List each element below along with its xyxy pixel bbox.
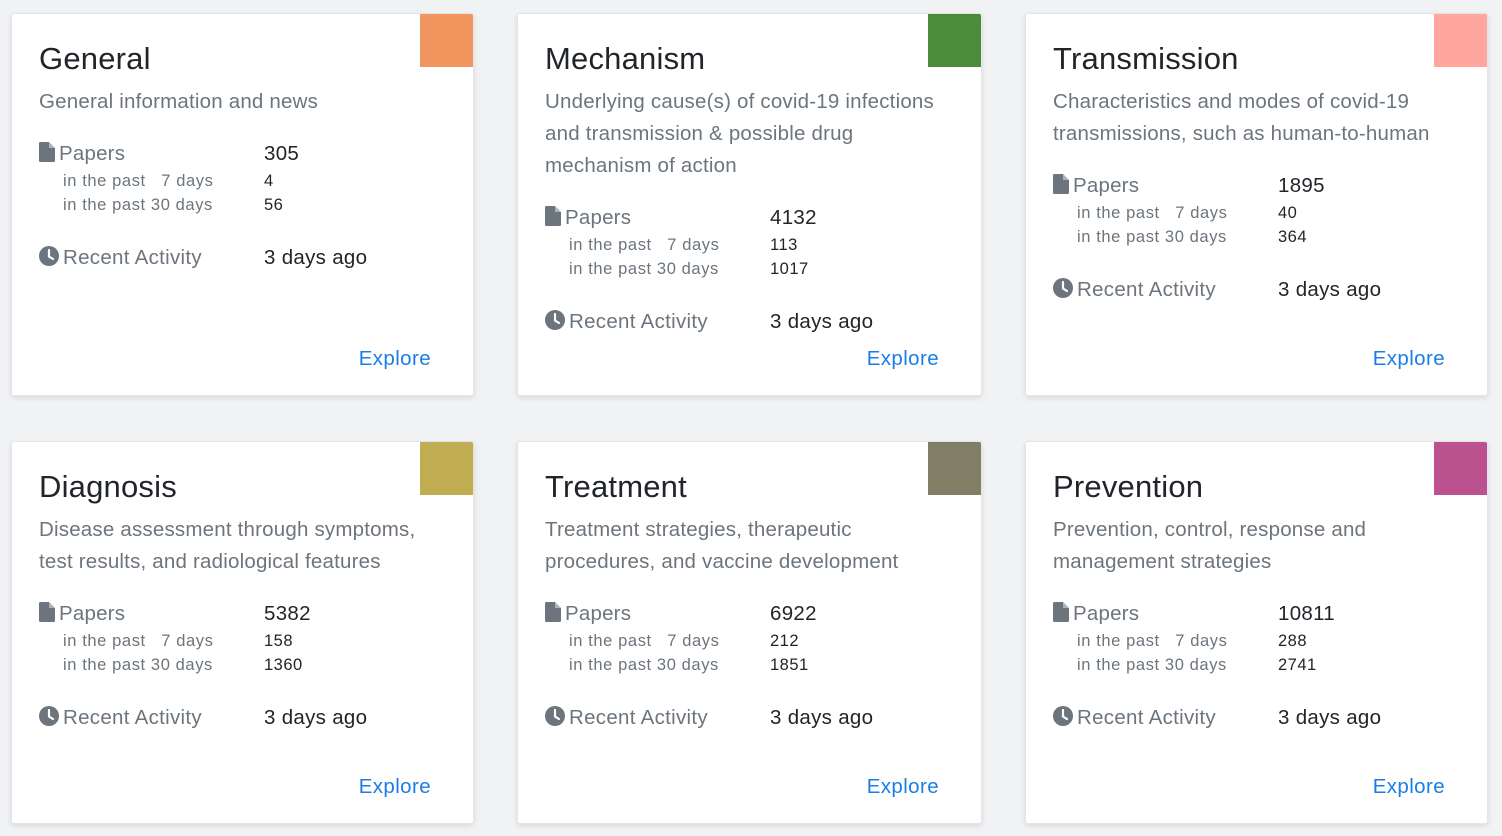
papers-label: Papers	[565, 602, 632, 625]
papers-label: Papers	[565, 206, 632, 229]
clock-icon	[39, 246, 59, 272]
past-30-days-count: 1017	[770, 260, 809, 278]
papers-count: 5382	[264, 602, 311, 625]
card-description: Prevention, control, response and manage…	[1053, 518, 1367, 573]
papers-count: 10811	[1278, 602, 1335, 625]
recent-activity-label-group: Recent Activity	[545, 706, 708, 732]
recent-activity-value: 3 days ago	[1278, 706, 1382, 729]
explore-link[interactable]: Explore	[359, 775, 431, 799]
past-7-days-label: in the past 7 days	[569, 236, 720, 254]
papers-count: 4132	[770, 206, 817, 229]
papers-label-group: Papers	[39, 142, 125, 168]
file-icon	[39, 142, 55, 168]
card-title: Mechanism	[545, 41, 706, 76]
recent-activity-label-group: Recent Activity	[545, 310, 708, 336]
topic-card-general: General General information and news Pap…	[11, 13, 474, 396]
past-7-days-count: 158	[264, 632, 294, 650]
recent-activity-value: 3 days ago	[770, 706, 874, 729]
explore-link[interactable]: Explore	[867, 347, 939, 371]
past-30-days-label: in the past 30 days	[63, 196, 213, 214]
file-icon	[1053, 174, 1069, 200]
past-30-days-count: 2741	[1278, 656, 1317, 674]
topic-card-prevention: Prevention Prevention, control, response…	[1025, 441, 1488, 824]
papers-label-group: Papers	[545, 206, 631, 232]
recent-activity-label: Recent Activity	[63, 246, 202, 269]
past-30-days-label: in the past 30 days	[63, 656, 213, 674]
recent-activity-label-group: Recent Activity	[39, 706, 202, 732]
explore-link[interactable]: Explore	[1373, 347, 1445, 371]
papers-count: 1895	[1278, 174, 1325, 197]
clock-icon	[1053, 278, 1073, 304]
recent-activity-value: 3 days ago	[1278, 278, 1382, 301]
clock-icon	[1053, 706, 1073, 732]
past-7-days-count: 113	[770, 236, 798, 254]
topic-card-grid: General General information and news Pap…	[0, 0, 1502, 836]
clock-icon	[545, 706, 565, 732]
topic-card-treatment: Treatment Treatment strategies, therapeu…	[517, 441, 982, 824]
recent-activity-label: Recent Activity	[1077, 706, 1216, 729]
explore-link[interactable]: Explore	[359, 347, 431, 371]
topic-card-diagnosis: Diagnosis Disease assessment through sym…	[11, 441, 474, 824]
card-description: General information and news	[39, 90, 319, 113]
card-title: Treatment	[545, 469, 687, 504]
card-description: Characteristics and modes of covid-19 tr…	[1053, 90, 1430, 145]
past-30-days-count: 56	[264, 196, 284, 214]
past-7-days-label: in the past 7 days	[569, 632, 720, 650]
past-7-days-count: 212	[770, 632, 800, 650]
recent-activity-label: Recent Activity	[1077, 278, 1216, 301]
file-icon	[545, 602, 561, 628]
card-description: Disease assessment through symptoms, tes…	[39, 518, 416, 573]
papers-count: 305	[264, 142, 300, 165]
card-description: Underlying cause(s) of covid-19 infectio…	[545, 90, 934, 177]
papers-label: Papers	[59, 142, 126, 165]
papers-label-group: Papers	[1053, 602, 1139, 628]
clock-icon	[545, 310, 565, 336]
card-title: Prevention	[1053, 469, 1204, 504]
papers-label: Papers	[1073, 174, 1140, 197]
recent-activity-label-group: Recent Activity	[1053, 278, 1216, 304]
papers-count: 6922	[770, 602, 817, 625]
past-7-days-label: in the past 7 days	[1077, 632, 1228, 650]
past-30-days-label: in the past 30 days	[1077, 228, 1227, 246]
recent-activity-label-group: Recent Activity	[1053, 706, 1216, 732]
past-30-days-label: in the past 30 days	[569, 260, 719, 278]
recent-activity-label: Recent Activity	[63, 706, 202, 729]
past-30-days-count: 1851	[770, 656, 809, 674]
card-title: General	[39, 41, 151, 76]
past-30-days-count: 364	[1278, 228, 1308, 246]
papers-label-group: Papers	[1053, 174, 1139, 200]
topic-card-transmission: Transmission Characteristics and modes o…	[1025, 13, 1488, 396]
past-7-days-count: 288	[1278, 632, 1308, 650]
past-30-days-label: in the past 30 days	[1077, 656, 1227, 674]
recent-activity-value: 3 days ago	[264, 246, 368, 269]
recent-activity-label: Recent Activity	[569, 310, 708, 333]
past-7-days-label: in the past 7 days	[1077, 204, 1228, 222]
topic-card-mechanism: Mechanism Underlying cause(s) of covid-1…	[517, 13, 982, 396]
card-description: Treatment strategies, therapeutic proced…	[545, 518, 899, 573]
explore-link[interactable]: Explore	[867, 775, 939, 799]
past-30-days-count: 1360	[264, 656, 303, 674]
file-icon	[1053, 602, 1069, 628]
past-7-days-count: 4	[264, 172, 274, 190]
card-title: Diagnosis	[39, 469, 177, 504]
past-7-days-label: in the past 7 days	[63, 172, 214, 190]
file-icon	[39, 602, 55, 628]
card-title: Transmission	[1053, 41, 1239, 76]
clock-icon	[39, 706, 59, 732]
papers-label: Papers	[1073, 602, 1140, 625]
past-30-days-label: in the past 30 days	[569, 656, 719, 674]
recent-activity-value: 3 days ago	[264, 706, 368, 729]
recent-activity-label: Recent Activity	[569, 706, 708, 729]
past-7-days-count: 40	[1278, 204, 1298, 222]
papers-label-group: Papers	[545, 602, 631, 628]
recent-activity-value: 3 days ago	[770, 310, 874, 333]
past-7-days-label: in the past 7 days	[63, 632, 214, 650]
file-icon	[545, 206, 561, 232]
papers-label-group: Papers	[39, 602, 125, 628]
papers-label: Papers	[59, 602, 126, 625]
explore-link[interactable]: Explore	[1373, 775, 1445, 799]
recent-activity-label-group: Recent Activity	[39, 246, 202, 272]
